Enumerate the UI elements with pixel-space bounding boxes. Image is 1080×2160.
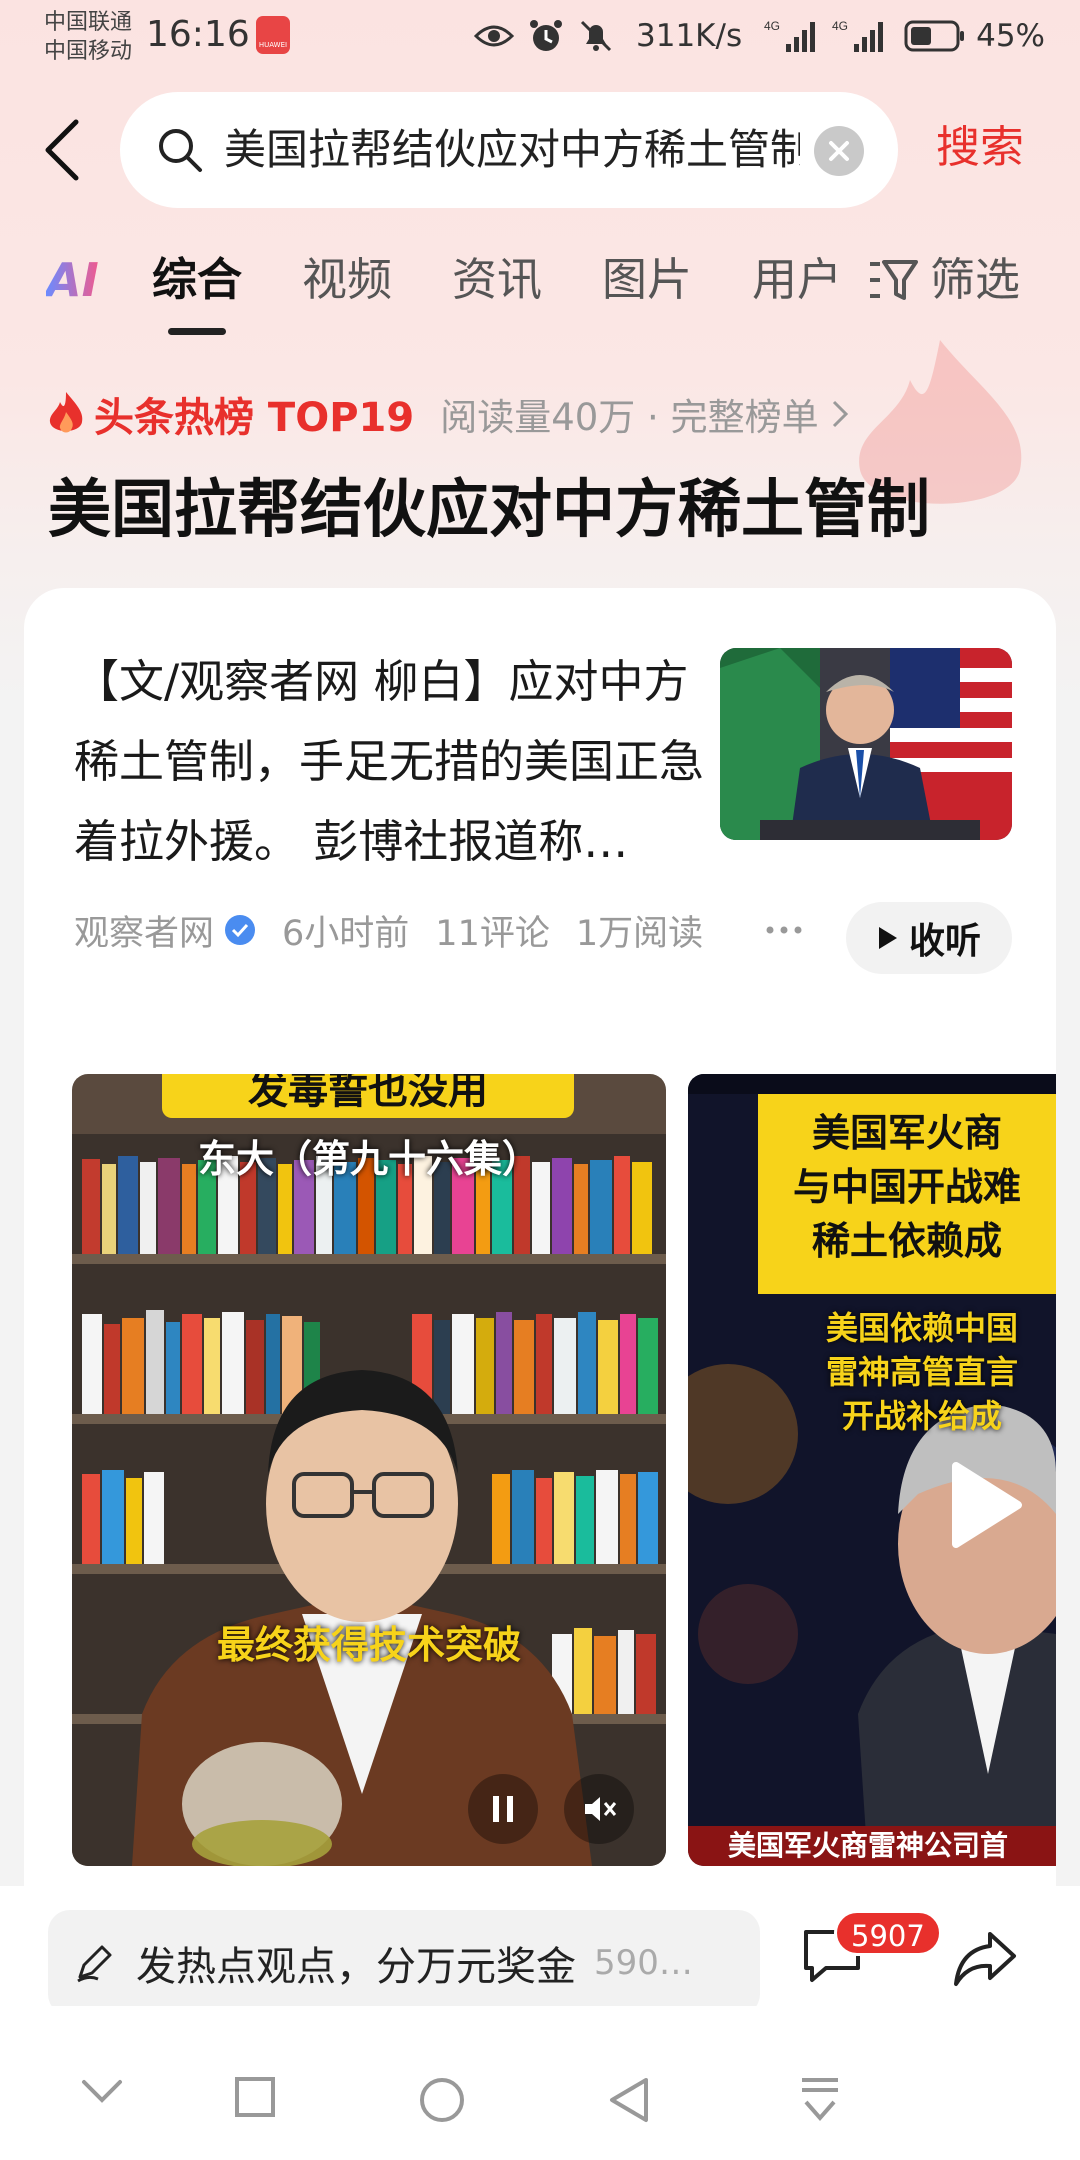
- comment-count-preview: 590…: [594, 1943, 693, 1983]
- article-thumbnail[interactable]: [720, 648, 1012, 840]
- svg-text:4G: 4G: [764, 19, 780, 33]
- system-nav-bar: [0, 2006, 1080, 2160]
- pen-icon: [74, 1943, 114, 1983]
- hot-topic-title: 美国拉帮结伙应对中方稀土管制: [48, 473, 930, 546]
- search-tabs: AI 综合 视频 资讯 图片 用户 筛选: [0, 248, 1080, 338]
- nav-recents-button[interactable]: [234, 2076, 276, 2118]
- video-2-play-button[interactable]: [948, 1460, 1024, 1554]
- svg-text:4G: 4G: [832, 19, 848, 33]
- nav-home-button[interactable]: [418, 2076, 466, 2124]
- nav-back-button[interactable]: [608, 2076, 650, 2124]
- speaker-photo: [720, 648, 1012, 840]
- play-icon: [878, 927, 897, 949]
- bottom-action-bar: 发热点观点，分万元奖金 590… 5907: [0, 1886, 1080, 2016]
- more-options-icon[interactable]: [764, 910, 804, 950]
- video-2-headline-1: 美国军火商: [811, 1110, 1002, 1155]
- play-icon: [952, 1462, 1022, 1548]
- signal-4g-icon: 4G: [832, 18, 888, 54]
- status-bar: 中国联通 中国移动 16:16 HUAWEI 311K/s 4G 4G 45%: [0, 0, 1080, 76]
- nav-collapse-button[interactable]: [80, 2076, 124, 2106]
- listen-button[interactable]: 收听: [846, 902, 1012, 974]
- video-1-top-caption: 发毒誓也没用: [248, 1074, 488, 1113]
- muted-speaker-icon: [585, 1797, 617, 1821]
- tab-users[interactable]: 用户: [752, 248, 842, 312]
- back-button[interactable]: [42, 112, 102, 188]
- comment-count-badge: 5907: [834, 1910, 942, 1956]
- tab-ai[interactable]: AI: [46, 250, 99, 310]
- close-icon: [829, 141, 849, 161]
- carrier-1: 中国联通: [44, 10, 133, 35]
- article-time: 6小时前: [282, 913, 410, 954]
- comment-input[interactable]: 发热点观点，分万元奖金 590…: [48, 1910, 760, 2016]
- pull-down-icon: [802, 2078, 838, 2122]
- article-snippet[interactable]: 【文/观察者网 柳白】应对中方稀土管制，手足无措的美国正急着拉外援。 彭博社报道…: [74, 642, 714, 882]
- result-card: 【文/观察者网 柳白】应对中方稀土管制，手足无措的美国正急着拉外援。 彭博社报道…: [24, 588, 1056, 1928]
- filter-button[interactable]: 筛选: [868, 248, 1020, 312]
- tab-images[interactable]: 图片: [602, 248, 692, 312]
- listen-label: 收听: [908, 921, 981, 962]
- video-2-headline-3: 稀土依赖成: [811, 1218, 1002, 1263]
- video-1-mute-button[interactable]: [564, 1774, 634, 1844]
- hot-rank-reads: 阅读量40万 · 完整榜单: [440, 396, 819, 439]
- carrier-labels: 中国联通 中国移动: [44, 8, 132, 66]
- clock: 16:16: [146, 14, 250, 55]
- video-2-sub-1: 美国依赖中国: [825, 1309, 1018, 1347]
- fire-icon: [49, 392, 83, 433]
- video-1-scene: [72, 1074, 666, 1866]
- filter-icon: [870, 260, 918, 300]
- search-input[interactable]: 美国拉帮结伙应对中方稀土管制: [224, 120, 800, 180]
- article-meta: 观察者网 6小时前 11评论 1万阅读: [74, 900, 703, 960]
- clear-search-button[interactable]: [814, 126, 864, 176]
- status-indicators: 311K/s 4G 4G 45%: [474, 14, 1045, 58]
- search-box[interactable]: 美国拉帮结伙应对中方稀土管制: [120, 92, 898, 208]
- network-speed: 311K/s: [636, 18, 743, 54]
- video-thumbnail-2[interactable]: 美国军火商 与中国开战难 稀土依赖成 美国依赖中国 雷神高管直言 开战补给成 美…: [688, 1074, 1056, 1866]
- carrier-2: 中国移动: [44, 39, 133, 64]
- article-comments: 11评论: [435, 913, 550, 954]
- signal-4g-icon: 4G: [764, 18, 820, 54]
- tab-all[interactable]: 综合: [152, 248, 242, 312]
- article-reads: 1万阅读: [575, 913, 704, 954]
- share-arrow-icon: [954, 1932, 1016, 1986]
- battery-percent: 45%: [976, 18, 1045, 54]
- hot-rank-label: 头条热榜 TOP19: [94, 395, 415, 441]
- tab-video[interactable]: 视频: [302, 248, 392, 312]
- video-2-sub-2: 雷神高管直言: [825, 1353, 1018, 1391]
- article-source[interactable]: 观察者网: [74, 905, 214, 956]
- triangle-back-icon: [610, 2078, 648, 2122]
- video-1-pause-button[interactable]: [468, 1774, 538, 1844]
- share-button[interactable]: [952, 1930, 1018, 1992]
- video-2-headline-2: 与中国开战难: [792, 1164, 1021, 1209]
- square-icon: [235, 2077, 275, 2117]
- search-icon: [159, 129, 202, 172]
- chevron-right-icon: [832, 400, 848, 428]
- active-tab-indicator: [168, 328, 226, 335]
- filter-label: 筛选: [930, 253, 1021, 306]
- chevron-down-icon: [82, 2080, 122, 2103]
- circle-icon: [420, 2078, 464, 2122]
- tab-news[interactable]: 资讯: [452, 248, 542, 312]
- video-1-subtitle: 东大（第九十六集）: [197, 1136, 540, 1181]
- pause-icon: [493, 1796, 513, 1822]
- alarm-icon: [528, 18, 564, 54]
- video-2-bottom-caption: 美国军火商雷神公司首: [728, 1829, 1009, 1862]
- video-1-caption: 最终获得技术突破: [216, 1622, 521, 1667]
- verified-icon: [224, 914, 256, 946]
- eye-icon: [474, 21, 514, 51]
- nav-notifications-button[interactable]: [798, 2076, 842, 2124]
- hot-rank-row[interactable]: 头条热榜 TOP19 阅读量40万 · 完整榜单: [46, 384, 849, 444]
- search-submit-button[interactable]: 搜索: [936, 120, 1024, 176]
- video-thumbnail-1[interactable]: 发毒誓也没用 东大（第九十六集） 最终获得技术突破: [72, 1074, 666, 1866]
- page: 中国联通 中国移动 16:16 HUAWEI 311K/s 4G 4G 45% …: [0, 0, 1080, 2160]
- battery-icon: [904, 19, 966, 53]
- comment-prompt: 发热点观点，分万元奖金: [136, 1944, 576, 1990]
- huawei-app-badge: HUAWEI: [256, 16, 290, 54]
- video-2-sub-3: 开战补给成: [841, 1397, 1002, 1435]
- mute-icon: [578, 18, 614, 54]
- back-arrow-icon: [45, 119, 79, 181]
